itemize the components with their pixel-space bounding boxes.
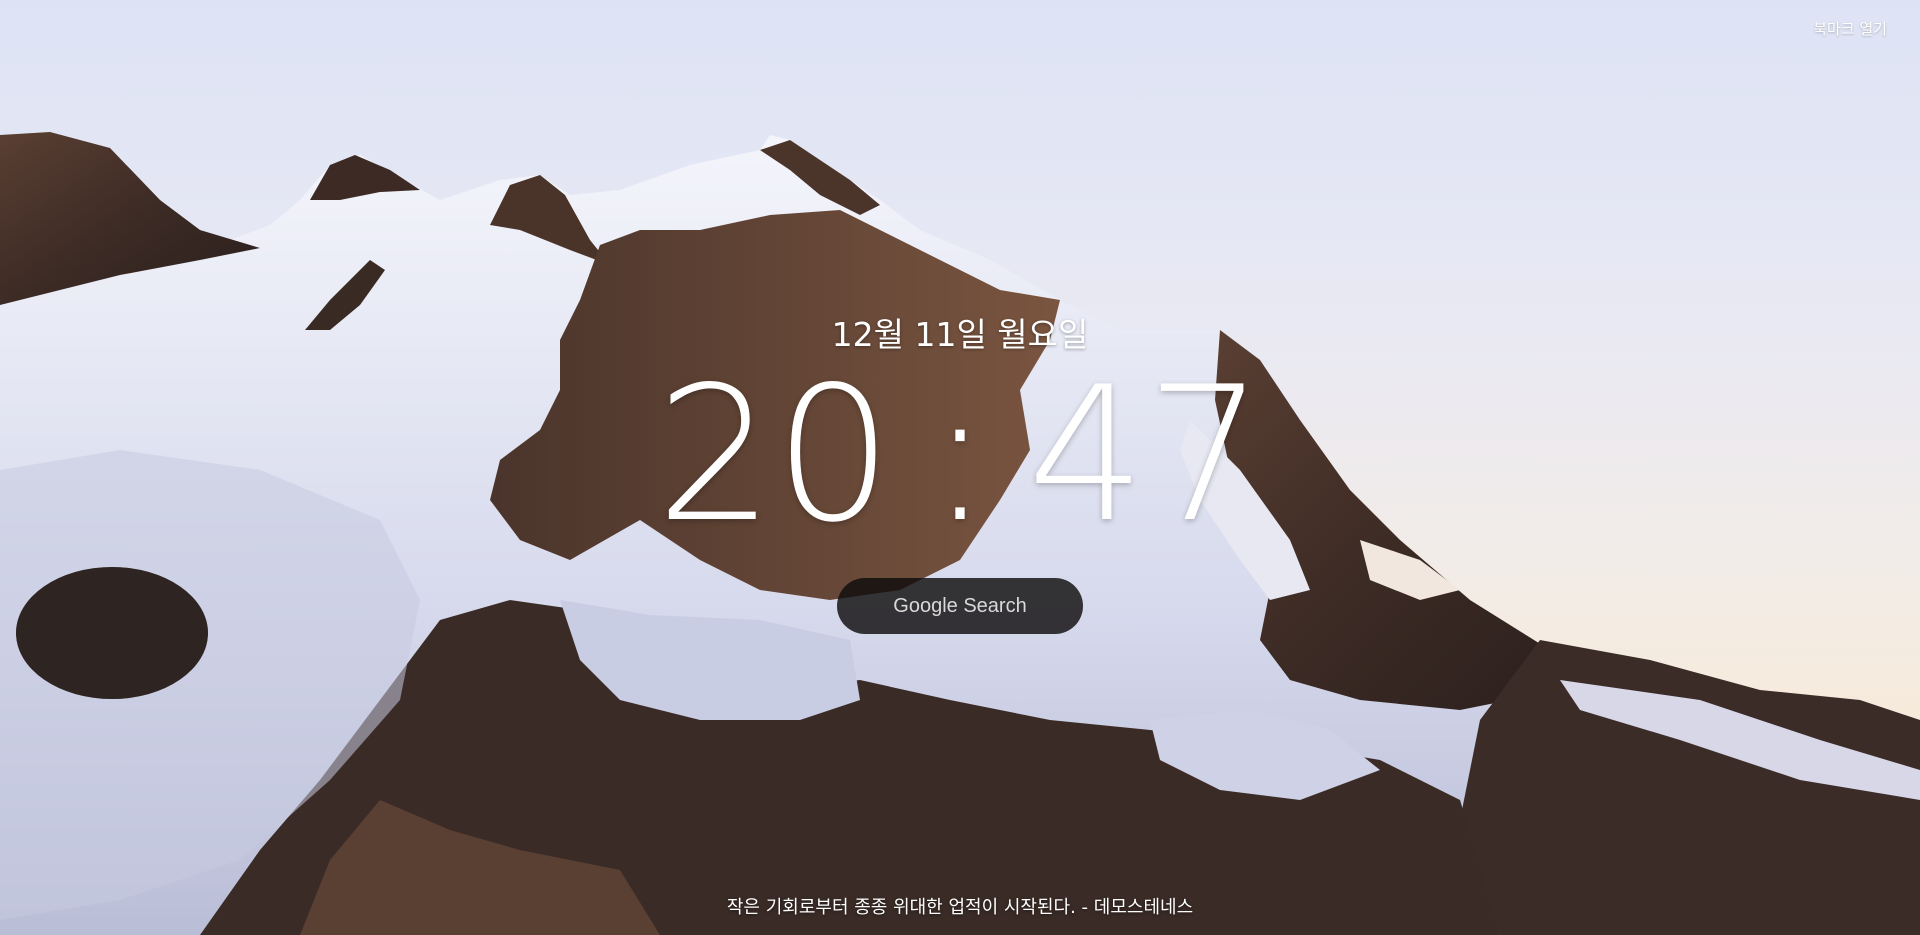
- open-bookmarks-link[interactable]: 북마크 열기: [1813, 18, 1887, 39]
- new-tab-page: 북마크 열기 12월 11일 월요일 20:47 Google Search 작…: [0, 0, 1920, 935]
- clock-minutes: 47: [1027, 346, 1265, 563]
- daily-quote: 작은 기회로부터 종종 위대한 업적이 시작된다. - 데모스테네스: [726, 897, 1194, 918]
- clock-separator: :: [928, 346, 992, 563]
- clock-hours: 20: [655, 346, 893, 563]
- clock: 20:47: [0, 362, 1920, 548]
- google-search-button[interactable]: Google Search: [837, 578, 1083, 634]
